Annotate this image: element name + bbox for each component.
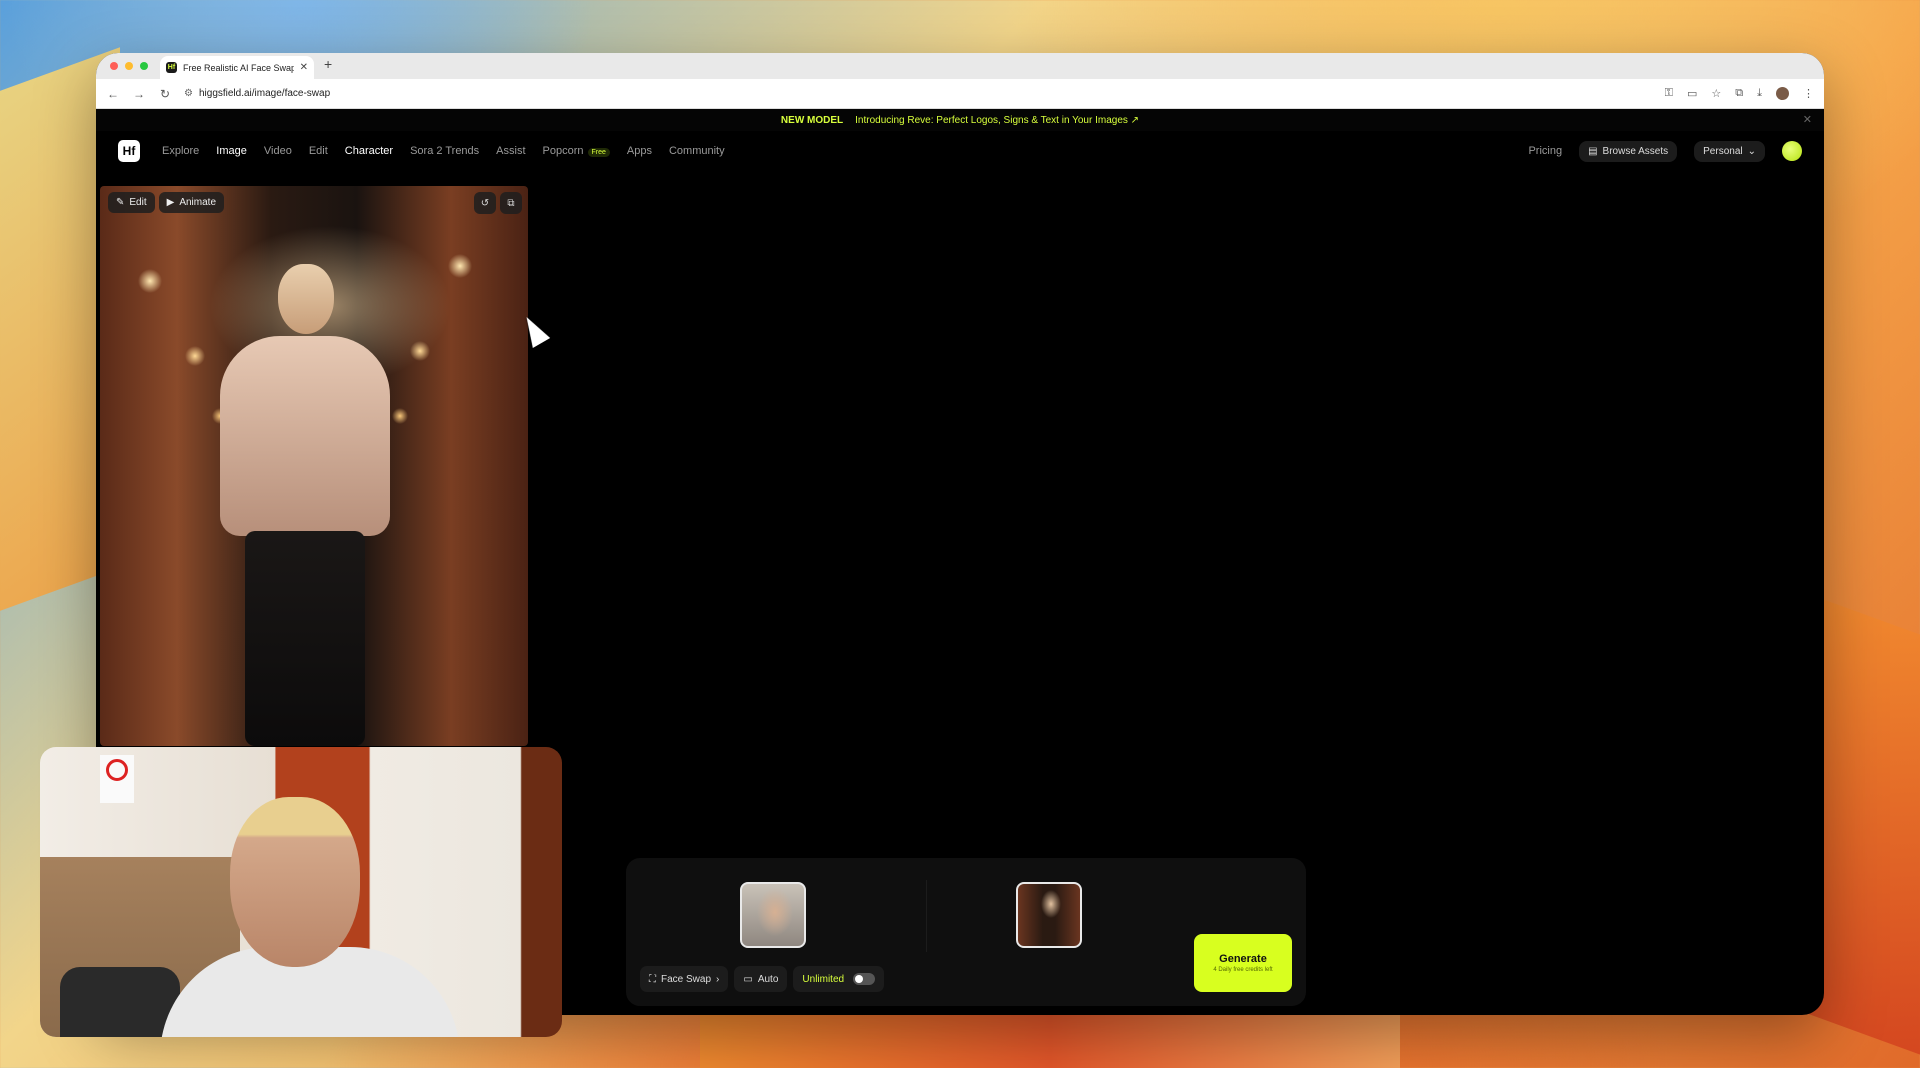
free-badge: Free [587, 148, 610, 157]
tab-bar: Hf Free Realistic AI Face Swap O ✕ + [96, 53, 1824, 79]
aspect-label: Auto [757, 973, 779, 985]
nav-explore[interactable]: Explore [162, 145, 199, 157]
maximize-window-button[interactable] [140, 62, 148, 70]
logo[interactable]: Hf [118, 140, 140, 162]
forward-icon[interactable]: → [132, 87, 146, 101]
generate-label: Generate [1219, 953, 1267, 965]
browser-menu-icon[interactable]: ⋮ [1803, 87, 1814, 100]
url-field[interactable]: ⚙ higgsfield.ai/image/face-swap [184, 88, 1653, 99]
banner-text[interactable]: Introducing Reve: Perfect Logos, Signs &… [855, 115, 1139, 126]
bookmark-star-icon[interactable]: ☆ [1711, 87, 1721, 100]
address-bar: ← → ↻ ⚙ higgsfield.ai/image/face-swap ⚿ … [96, 79, 1824, 109]
nav-image[interactable]: Image [216, 145, 247, 157]
url-text: higgsfield.ai/image/face-swap [198, 88, 331, 99]
chevron-down-icon: ⌄ [1747, 145, 1756, 157]
aspect-selector[interactable]: ▭ Auto [734, 966, 788, 992]
download-icon[interactable]: ⤓ [1757, 87, 1762, 100]
site-settings-icon[interactable]: ⚙ [184, 88, 193, 99]
nav-video[interactable]: Video [264, 145, 292, 157]
cast-icon[interactable]: ▭ [1687, 87, 1697, 100]
new-tab-button[interactable]: + [324, 56, 332, 72]
nav-character[interactable]: Character [345, 145, 393, 157]
unlimited-toggle[interactable]: Unlimited [793, 966, 885, 992]
window-controls [110, 62, 148, 70]
workspace-label: Personal [1703, 145, 1743, 157]
edit-label: Edit [129, 197, 147, 208]
close-icon[interactable]: ✕ [1803, 113, 1812, 126]
undo-icon[interactable]: ↺ [474, 192, 496, 214]
generator-controls: ⛶ Face Swap › ▭ Auto Unlimited [640, 966, 885, 992]
nav-popcorn[interactable]: Popcorn Free [543, 145, 610, 157]
image-figure-head [278, 264, 334, 334]
nav-assist[interactable]: Assist [496, 145, 525, 157]
site-navigation: Hf Explore Image Video Edit Character So… [96, 131, 1824, 171]
toggle-switch[interactable] [853, 973, 876, 985]
pricing-link[interactable]: Pricing [1528, 145, 1562, 157]
folder-icon: ▤ [1588, 145, 1598, 157]
animate-label: Animate [179, 197, 217, 208]
target-image-upload[interactable] [1016, 882, 1082, 948]
generator-panel: ⛶ Face Swap › ▭ Auto Unlimited Generate … [626, 858, 1306, 1006]
generate-button[interactable]: Generate 4 Daily free credits left [1194, 934, 1292, 992]
extensions-icon[interactable]: ⧉ [1735, 87, 1743, 100]
credits-remaining: 4 Daily free credits left [1213, 967, 1273, 973]
password-key-icon[interactable]: ⚿ [1665, 87, 1673, 100]
nav-popcorn-label: Popcorn [542, 145, 584, 157]
unlimited-label: Unlimited [802, 973, 845, 985]
close-window-button[interactable] [110, 62, 118, 70]
tab-title: Free Realistic AI Face Swap O [183, 62, 294, 73]
card-toolbar: ✎ Edit ▶ Animate [108, 192, 225, 213]
nav-apps[interactable]: Apps [627, 145, 652, 157]
browser-profile-avatar[interactable] [1776, 87, 1789, 100]
mode-label: Face Swap [661, 973, 712, 985]
face-swap-icon: ⛶ [649, 973, 656, 985]
browser-toolbar: ⚿ ▭ ☆ ⧉ ⤓ ⋮ [1665, 87, 1814, 100]
image-figure-legs [245, 531, 365, 746]
back-icon[interactable]: ← [106, 87, 120, 101]
generated-image-card[interactable]: ✎ Edit ▶ Animate ↺ ⧉ [100, 186, 528, 746]
pencil-icon: ✎ [116, 197, 125, 208]
save-icon[interactable]: ⧉ [500, 192, 522, 214]
reload-icon[interactable]: ↻ [158, 87, 172, 101]
divider [926, 880, 927, 952]
browse-assets-button[interactable]: ▤ Browse Assets [1579, 140, 1678, 162]
webcam-overlay [40, 747, 562, 1037]
video-icon: ▶ [166, 197, 175, 208]
workspace-dropdown[interactable]: Personal ⌄ [1694, 140, 1765, 162]
nav-community[interactable]: Community [669, 145, 725, 157]
aspect-icon: ▭ [743, 973, 753, 985]
minimize-window-button[interactable] [125, 62, 133, 70]
mode-selector[interactable]: ⛶ Face Swap › [640, 966, 729, 992]
browse-assets-label: Browse Assets [1602, 145, 1669, 157]
banner-tag: NEW MODEL [780, 114, 844, 126]
card-actions: ↺ ⧉ [474, 192, 522, 214]
prohibition-icon [106, 759, 128, 781]
wallpaper-shape [700, 1010, 1400, 1068]
chevron-right-icon: › [716, 973, 720, 985]
announcement-banner[interactable]: NEW MODEL Introducing Reve: Perfect Logo… [96, 109, 1824, 131]
source-face-upload[interactable] [740, 882, 806, 948]
presenter-head [230, 797, 360, 967]
user-avatar[interactable] [1782, 141, 1802, 161]
chair [60, 967, 180, 1037]
favicon-icon: Hf [166, 62, 177, 73]
animate-button[interactable]: ▶ Animate [158, 192, 225, 213]
close-tab-icon[interactable]: ✕ [300, 62, 308, 73]
nav-edit[interactable]: Edit [309, 145, 328, 157]
image-figure [220, 336, 390, 536]
browser-tab[interactable]: Hf Free Realistic AI Face Swap O ✕ [160, 56, 314, 79]
edit-button[interactable]: ✎ Edit [108, 192, 155, 213]
nav-sora-trends[interactable]: Sora 2 Trends [410, 145, 479, 157]
no-sign-poster [100, 755, 134, 803]
